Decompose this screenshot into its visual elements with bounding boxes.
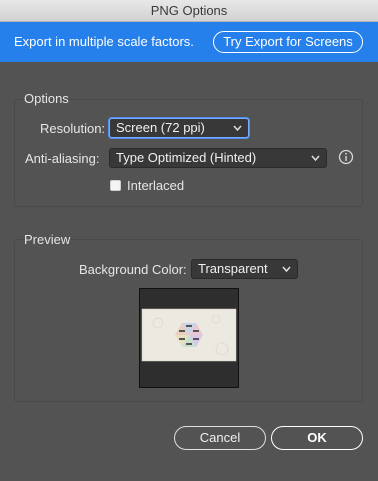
preview-thumbnail [141, 308, 237, 362]
background-color-label: Background Color: [79, 262, 187, 277]
resolution-label: Resolution: [40, 121, 106, 136]
cancel-button[interactable]: Cancel [174, 426, 266, 450]
window-title: PNG Options [150, 3, 228, 18]
antialiasing-select[interactable]: Type Optimized (Hinted) [109, 148, 327, 168]
background-color-select[interactable]: Transparent [191, 259, 298, 279]
preview-image-box [139, 288, 239, 388]
chevron-down-icon [311, 155, 320, 162]
resolution-value: Screen (72 ppi) [116, 120, 205, 135]
chevron-down-icon [282, 266, 291, 273]
antialiasing-value: Type Optimized (Hinted) [116, 150, 257, 165]
banner-message: Export in multiple scale factors. [14, 34, 194, 49]
interlaced-label: Interlaced [127, 178, 185, 193]
antialiasing-label: Anti-aliasing: [25, 151, 100, 166]
export-banner: Export in multiple scale factors. Try Ex… [0, 22, 378, 62]
title-bar: PNG Options [0, 0, 378, 22]
options-group-label: Options [24, 91, 69, 106]
try-export-for-screens-button[interactable]: Try Export for Screens [213, 31, 363, 53]
chevron-down-icon [233, 125, 242, 132]
preview-group-label: Preview [24, 232, 71, 247]
resolution-select[interactable]: Screen (72 ppi) [109, 118, 249, 138]
interlaced-checkbox[interactable] [110, 180, 121, 191]
background-color-value: Transparent [198, 261, 268, 276]
info-icon[interactable] [338, 149, 354, 165]
ok-button[interactable]: OK [271, 426, 363, 450]
